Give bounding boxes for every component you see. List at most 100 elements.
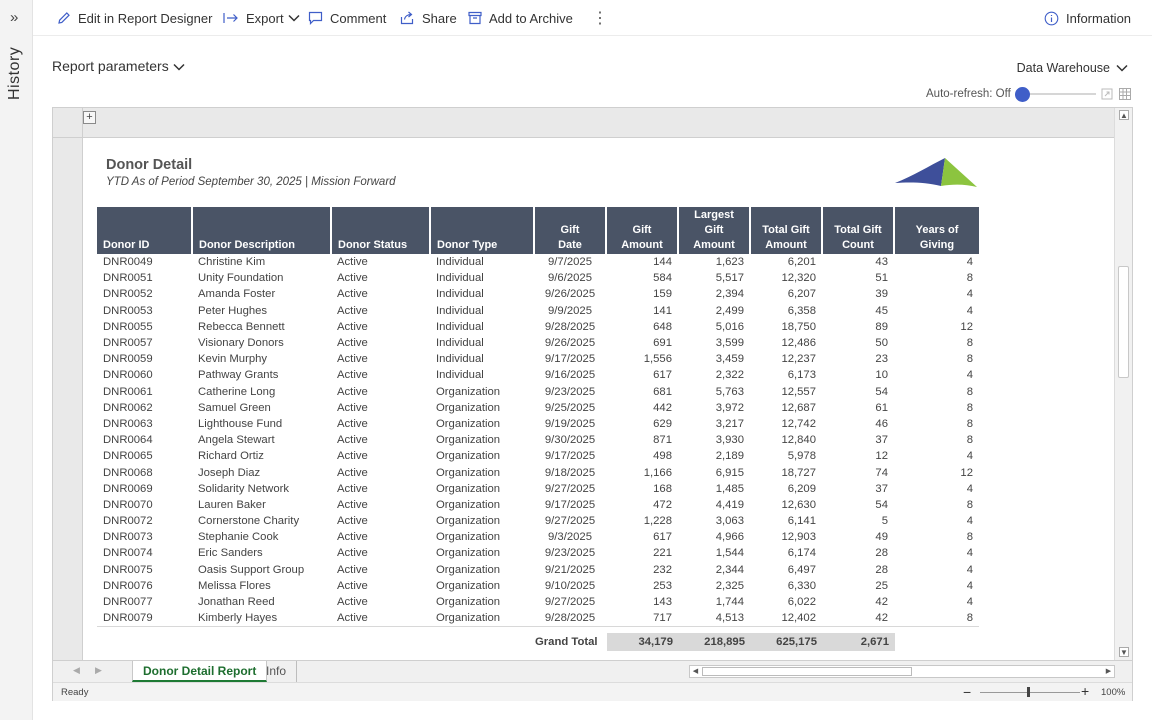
horizontal-scroll-thumb[interactable] [702,667,912,676]
cell-years-of-giving: 8 [966,612,973,625]
next-sheet-icon[interactable]: ▶ [95,665,102,676]
cell-donor-description: Joseph Diaz [198,466,261,479]
cell-donor-description: Jonathan Reed [198,596,275,609]
tab-info[interactable]: Info [256,661,298,682]
cell-donor-status: Active [337,547,368,560]
cell-total-gift-count: 25 [875,579,888,592]
zoom-in-button[interactable]: + [1081,683,1089,699]
cell-total-gift-count: 43 [875,256,888,269]
cell-gift-amount: 648 [653,320,672,333]
auto-refresh-label: Auto-refresh: Off [926,88,1011,100]
cell-donor-id: DNR0077 [103,596,153,609]
cell-gift-date: 9/17/2025 [544,498,596,511]
donor-table: Donor ID Donor Description Donor Status Don… [97,207,979,626]
cell-gift-amount: 871 [653,434,672,447]
cell-donor-description: Unity Foundation [198,272,284,285]
table-row: DNR0079 Kimberly Hayes Active Organization 9… [97,610,979,626]
cell-gift-amount: 221 [653,547,672,560]
cell-largest-gift-amount: 3,599 [715,337,744,350]
cell-gift-amount: 141 [653,304,672,317]
cell-donor-status: Active [337,353,368,366]
information-button[interactable]: Information [1044,0,1131,36]
cell-donor-description: Christine Kim [198,256,266,269]
cell-donor-status: Active [337,385,368,398]
datasource-label: Data Warehouse [1016,61,1110,75]
vertical-scroll-thumb[interactable] [1118,266,1129,378]
comment-button[interactable]: Comment [308,0,386,36]
cell-donor-status: Active [337,256,368,269]
edit-in-designer-button[interactable]: Edit in Report Designer [57,0,212,36]
sheet-tab-bar: ◀ ▶ Donor Detail Report Info ◀ ▶ [53,660,1132,682]
scroll-right-icon[interactable]: ▶ [1103,666,1114,677]
export-button[interactable]: Export [223,0,300,36]
report-viewer: » History Edit in Report Designer Export… [0,0,1152,720]
cell-years-of-giving: 8 [966,417,973,430]
cell-years-of-giving: 8 [966,337,973,350]
share-label: Share [422,10,457,26]
add-to-archive-button[interactable]: Add to Archive [468,0,573,36]
cell-total-gift-count: 46 [875,417,888,430]
tab-donor-detail-report[interactable]: Donor Detail Report [132,661,268,682]
history-label[interactable]: History [6,40,24,100]
chevron-down-icon [288,14,300,22]
chevron-down-icon [1116,64,1128,72]
cell-donor-status: Active [337,596,368,609]
share-button[interactable]: Share [400,0,457,36]
cell-donor-id: DNR0062 [103,401,153,414]
cell-donor-description: Solidarity Network [198,482,290,495]
cell-donor-type: Individual [436,304,484,317]
vertical-scrollbar[interactable]: ▲ ▼ [1114,108,1132,660]
cell-largest-gift-amount: 2,189 [715,450,744,463]
expand-history-button[interactable]: » [10,9,18,26]
auto-refresh-track[interactable] [1022,93,1096,95]
zoom-out-button[interactable]: − [963,684,971,700]
table-row: DNR0073 Stephanie Cook Active Organization 9… [97,529,979,545]
cell-largest-gift-amount: 5,517 [715,272,744,285]
cell-gift-date: 9/9/2025 [548,304,592,317]
zoom-slider-knob[interactable] [1027,687,1030,697]
cell-years-of-giving: 4 [966,579,973,592]
horizontal-scrollbar[interactable]: ◀ ▶ [689,665,1115,678]
zoom-slider[interactable] [980,692,1080,693]
cell-total-gift-amount: 6,174 [787,547,816,560]
scroll-left-icon[interactable]: ◀ [690,666,701,677]
cell-gift-amount: 1,556 [643,353,672,366]
datasource-dropdown[interactable]: Data Warehouse [1017,61,1128,75]
column-header-donor-type: Donor Type [429,207,534,254]
expand-icon[interactable] [1101,88,1113,100]
prev-sheet-icon[interactable]: ◀ [73,665,80,676]
cell-gift-date: 9/19/2025 [544,417,596,430]
cell-donor-status: Active [337,304,368,317]
cell-donor-id: DNR0055 [103,320,153,333]
cell-donor-id: DNR0061 [103,385,153,398]
table-row: DNR0057 Visionary Donors Active Individual 9… [97,335,979,351]
table-row: DNR0052 Amanda Foster Active Individual 9/26… [97,286,979,302]
grid-view-icon[interactable] [1119,88,1131,100]
auto-refresh-toggle[interactable] [1015,87,1030,102]
cell-largest-gift-amount: 4,966 [715,531,744,544]
cell-largest-gift-amount: 2,499 [715,304,744,317]
cell-years-of-giving: 4 [966,256,973,269]
cell-gift-date: 9/17/2025 [544,353,596,366]
cell-donor-id: DNR0068 [103,466,153,479]
table-row: DNR0070 Lauren Baker Active Organization 9/1… [97,497,979,513]
table-row: DNR0072 Cornerstone Charity Active Organiza… [97,513,979,529]
cell-total-gift-count: 28 [875,563,888,576]
more-options-button[interactable]: ⋮ [592,0,608,36]
zoom-level: 100% [1101,687,1126,698]
column-header-bar: + [53,108,1115,138]
cell-total-gift-count: 54 [875,498,888,511]
expand-group-button[interactable]: + [83,111,96,124]
report-parameters-toggle[interactable]: Report parameters [52,58,185,74]
cell-donor-status: Active [337,612,368,625]
cell-years-of-giving: 8 [966,272,973,285]
cell-total-gift-count: 45 [875,304,888,317]
scroll-down-icon[interactable]: ▼ [1119,647,1129,657]
cell-gift-date: 9/21/2025 [544,563,596,576]
table-row: DNR0053 Peter Hughes Active Individual 9/9/2… [97,303,979,319]
cell-donor-id: DNR0074 [103,547,153,560]
cell-donor-type: Organization [436,498,501,511]
table-row: DNR0075 Oasis Support Group Active Organiza… [97,562,979,578]
cell-donor-type: Individual [436,256,484,269]
scroll-up-icon[interactable]: ▲ [1119,110,1129,120]
